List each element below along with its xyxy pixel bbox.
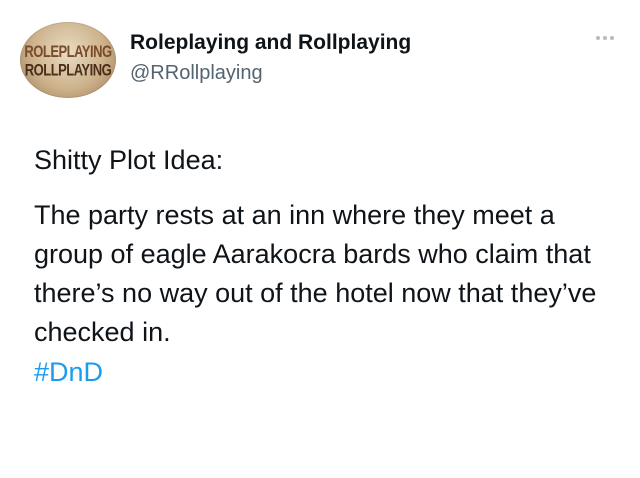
tweet-body: Shitty Plot Idea: The party rests at an …	[34, 140, 614, 392]
hashtag-link[interactable]: #DnD	[34, 352, 614, 392]
dot	[603, 36, 607, 40]
name-block: Roleplaying and Rollplaying @RRollplayin…	[130, 30, 411, 86]
user-handle[interactable]: @RRollplaying	[130, 60, 411, 86]
tweet-header: ROLEPLAYING ROLLPLAYING Roleplaying and …	[20, 22, 620, 102]
logo-avatar: ROLEPLAYING ROLLPLAYING	[24, 44, 112, 80]
dot	[596, 36, 600, 40]
avatar-line-1: ROLEPLAYING	[24, 44, 111, 62]
avatar-line-2: ROLLPLAYING	[25, 62, 112, 80]
tweet-paragraph: The party rests at an inn where they mee…	[34, 200, 597, 347]
more-dots-icon[interactable]	[596, 32, 620, 44]
display-name[interactable]: Roleplaying and Rollplaying	[130, 30, 411, 56]
avatar[interactable]: ROLEPLAYING ROLLPLAYING	[20, 22, 116, 98]
dot	[610, 36, 614, 40]
tweet-title: Shitty Plot Idea:	[34, 145, 224, 175]
